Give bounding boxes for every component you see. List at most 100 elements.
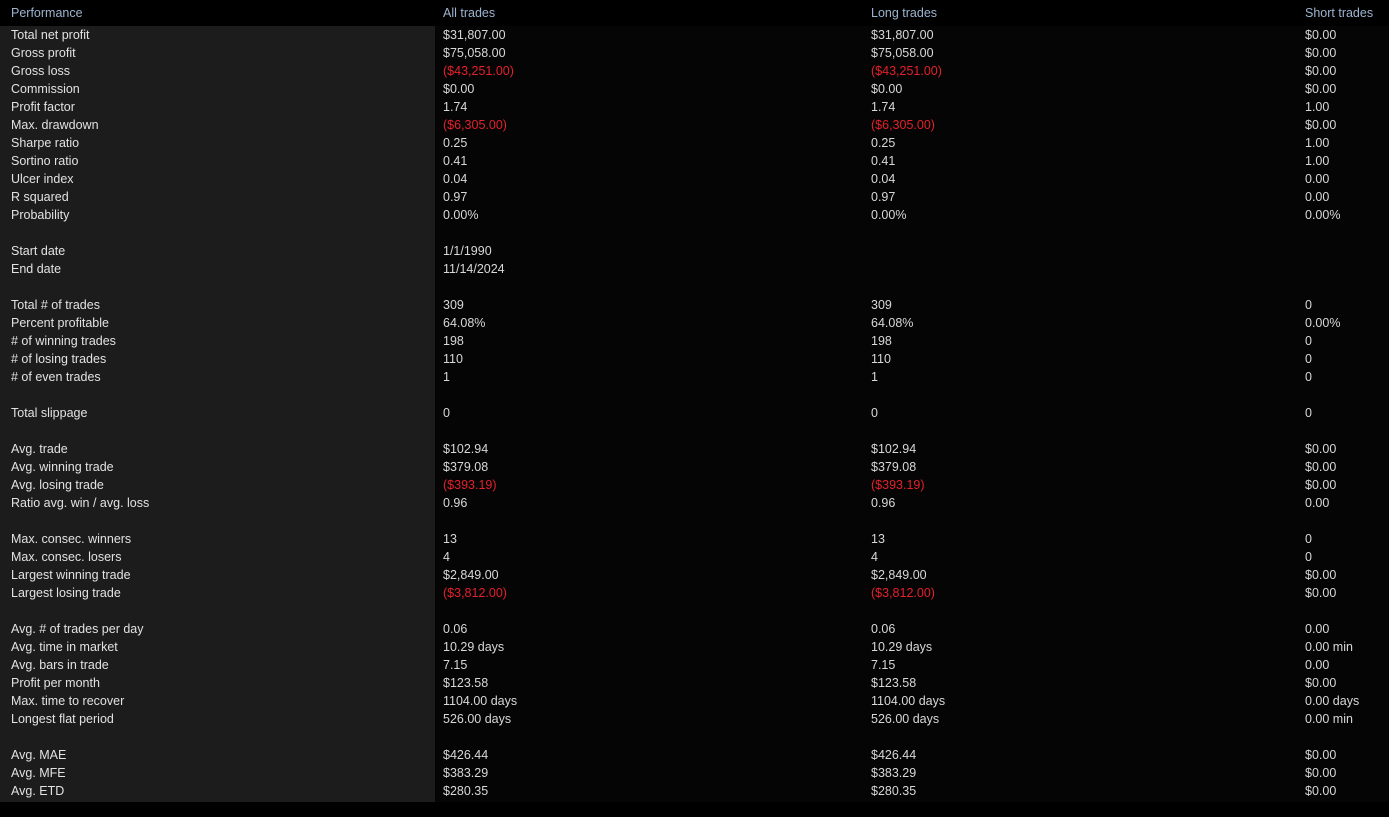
metric-row[interactable]: End date 11/14/2024 bbox=[0, 260, 1389, 278]
metric-row[interactable]: # of losing trades 110 110 0 bbox=[0, 350, 1389, 368]
metric-value-long-trades: 0.96 bbox=[871, 496, 896, 510]
metric-value-short-trades: 0 bbox=[1305, 406, 1312, 420]
metric-row[interactable]: Gross profit $75,058.00 $75,058.00 $0.00 bbox=[0, 44, 1389, 62]
metric-row[interactable]: Avg. ETD $280.35 $280.35 $0.00 bbox=[0, 782, 1389, 800]
metric-label: Avg. trade bbox=[11, 442, 68, 456]
metric-value-short-trades: $0.00 bbox=[1305, 766, 1337, 780]
metrics-row-list: Total net profit $31,807.00 $31,807.00 $0.0… bbox=[0, 26, 1389, 800]
metric-value-all-trades: 198 bbox=[443, 334, 464, 348]
metric-value-short-trades: $0.00 bbox=[1305, 64, 1337, 78]
metric-value-long-trades: $31,807.00 bbox=[871, 28, 934, 42]
metric-row[interactable]: Avg. losing trade ($393.19) ($393.19) $0.00 bbox=[0, 476, 1389, 494]
metric-value-short-trades: 0 bbox=[1305, 532, 1312, 546]
metric-value-all-trades: 309 bbox=[443, 298, 464, 312]
metric-value-all-trades: 0 bbox=[443, 406, 450, 420]
metric-value-short-trades: $0.00 bbox=[1305, 118, 1337, 132]
metric-row[interactable]: Profit per month $123.58 $123.58 $0.00 bbox=[0, 674, 1389, 692]
metric-value-short-trades: $0.00 bbox=[1305, 82, 1337, 96]
metric-row[interactable]: Max. consec. losers 4 4 0 bbox=[0, 548, 1389, 566]
metric-row[interactable]: # of even trades 1 1 0 bbox=[0, 368, 1389, 386]
metric-value-long-trades: $379.08 bbox=[871, 460, 917, 474]
metric-label: Start date bbox=[11, 244, 66, 258]
metric-label: Max. drawdown bbox=[11, 118, 99, 132]
metric-value-short-trades: 0.00 bbox=[1305, 190, 1330, 204]
metric-row[interactable]: Longest flat period 526.00 days 526.00 day… bbox=[0, 710, 1389, 728]
metric-value-all-trades: $383.29 bbox=[443, 766, 489, 780]
metric-label: Largest winning trade bbox=[11, 568, 131, 582]
metric-value-short-trades: $0.00 bbox=[1305, 46, 1337, 60]
metric-value-short-trades: 0.00 days bbox=[1305, 694, 1360, 708]
column-header-short-trades[interactable]: Short trades bbox=[1305, 6, 1373, 20]
metric-value-long-trades: $123.58 bbox=[871, 676, 917, 690]
metric-value-short-trades: $0.00 bbox=[1305, 784, 1337, 798]
metric-value-short-trades: 0.00 bbox=[1305, 622, 1330, 636]
metric-label: Gross profit bbox=[11, 46, 76, 60]
column-header-long-trades[interactable]: Long trades bbox=[871, 6, 937, 20]
metric-value-all-trades: 0.97 bbox=[443, 190, 468, 204]
metric-row[interactable]: R squared 0.97 0.97 0.00 bbox=[0, 188, 1389, 206]
metric-value-long-trades: 13 bbox=[871, 532, 885, 546]
metric-row[interactable]: Gross loss ($43,251.00) ($43,251.00) $0.00 bbox=[0, 62, 1389, 80]
metric-row[interactable]: Probability 0.00% 0.00% 0.00% bbox=[0, 206, 1389, 224]
metric-value-short-trades: 0 bbox=[1305, 352, 1312, 366]
metric-value-all-trades: 7.15 bbox=[443, 658, 468, 672]
metric-row[interactable]: Max. consec. winners 13 13 0 bbox=[0, 530, 1389, 548]
metric-row[interactable]: Commission $0.00 $0.00 $0.00 bbox=[0, 80, 1389, 98]
metric-label: Max. consec. losers bbox=[11, 550, 122, 564]
metric-row[interactable]: Avg. # of trades per day 0.06 0.06 0.00 bbox=[0, 620, 1389, 638]
metric-value-short-trades: 1.00 bbox=[1305, 154, 1330, 168]
metric-row[interactable]: Profit factor 1.74 1.74 1.00 bbox=[0, 98, 1389, 116]
metric-row[interactable]: Ulcer index 0.04 0.04 0.00 bbox=[0, 170, 1389, 188]
metric-label: Sharpe ratio bbox=[11, 136, 80, 150]
metric-row[interactable]: Ratio avg. win / avg. loss 0.96 0.96 0.00 bbox=[0, 494, 1389, 512]
metric-row[interactable]: Sharpe ratio 0.25 0.25 1.00 bbox=[0, 134, 1389, 152]
metric-row[interactable]: Avg. MFE $383.29 $383.29 $0.00 bbox=[0, 764, 1389, 782]
metric-row[interactable]: Largest losing trade ($3,812.00) ($3,812.0… bbox=[0, 584, 1389, 602]
report-header-row: Performance All trades Long trades Short… bbox=[0, 0, 1389, 26]
metric-value-long-trades: $280.35 bbox=[871, 784, 917, 798]
metric-row[interactable]: Avg. winning trade $379.08 $379.08 $0.00 bbox=[0, 458, 1389, 476]
metric-row[interactable]: Max. drawdown ($6,305.00) ($6,305.00) $0.00 bbox=[0, 116, 1389, 134]
metric-row[interactable]: Max. time to recover 1104.00 days 1104.00 … bbox=[0, 692, 1389, 710]
metric-value-all-trades: $379.08 bbox=[443, 460, 489, 474]
metric-label: # of losing trades bbox=[11, 352, 107, 366]
metric-value-long-trades: ($3,812.00) bbox=[871, 586, 935, 600]
metric-value-short-trades: 1.00 bbox=[1305, 136, 1330, 150]
column-header-all-trades[interactable]: All trades bbox=[443, 6, 495, 20]
metric-label: Avg. MAE bbox=[11, 748, 67, 762]
metric-value-short-trades: 0 bbox=[1305, 334, 1312, 348]
metric-row[interactable]: Sortino ratio 0.41 0.41 1.00 bbox=[0, 152, 1389, 170]
metric-value-short-trades: 0.00 bbox=[1305, 658, 1330, 672]
metric-row[interactable]: Avg. trade $102.94 $102.94 $0.00 bbox=[0, 440, 1389, 458]
metric-value-short-trades: $0.00 bbox=[1305, 460, 1337, 474]
metric-value-all-trades: $31,807.00 bbox=[443, 28, 506, 42]
metric-label: Commission bbox=[11, 82, 80, 96]
metric-value-long-trades: 0.00% bbox=[871, 208, 907, 222]
metric-value-long-trades: 0.06 bbox=[871, 622, 896, 636]
metric-value-short-trades: 0.00 bbox=[1305, 496, 1330, 510]
metric-value-long-trades: 0.25 bbox=[871, 136, 896, 150]
metric-value-long-trades: $2,849.00 bbox=[871, 568, 927, 582]
metric-row[interactable]: Total slippage 0 0 0 bbox=[0, 404, 1389, 422]
column-header-performance[interactable]: Performance bbox=[11, 6, 83, 20]
metric-row[interactable]: Avg. time in market 10.29 days 10.29 days 0… bbox=[0, 638, 1389, 656]
metric-label: Largest losing trade bbox=[11, 586, 121, 600]
metric-value-long-trades: 7.15 bbox=[871, 658, 896, 672]
metric-label: Profit per month bbox=[11, 676, 100, 690]
metric-value-short-trades: 0.00 min bbox=[1305, 640, 1353, 654]
metric-row[interactable]: Largest winning trade $2,849.00 $2,849.00 $… bbox=[0, 566, 1389, 584]
metric-row[interactable]: Avg. bars in trade 7.15 7.15 0.00 bbox=[0, 656, 1389, 674]
metric-value-short-trades: 1.00 bbox=[1305, 100, 1330, 114]
metric-row[interactable]: # of winning trades 198 198 0 bbox=[0, 332, 1389, 350]
metric-label: Longest flat period bbox=[11, 712, 114, 726]
metric-value-short-trades: $0.00 bbox=[1305, 748, 1337, 762]
metric-row[interactable]: Avg. MAE $426.44 $426.44 $0.00 bbox=[0, 746, 1389, 764]
metric-value-all-trades: $75,058.00 bbox=[443, 46, 506, 60]
metric-row[interactable]: Total net profit $31,807.00 $31,807.00 $0.0… bbox=[0, 26, 1389, 44]
metric-row[interactable]: Percent profitable 64.08% 64.08% 0.00% bbox=[0, 314, 1389, 332]
metric-value-all-trades: 10.29 days bbox=[443, 640, 505, 654]
metric-value-short-trades: 0 bbox=[1305, 370, 1312, 384]
metric-row[interactable]: Total # of trades 309 309 0 bbox=[0, 296, 1389, 314]
metric-row[interactable]: Start date 1/1/1990 bbox=[0, 242, 1389, 260]
metric-value-short-trades: $0.00 bbox=[1305, 676, 1337, 690]
